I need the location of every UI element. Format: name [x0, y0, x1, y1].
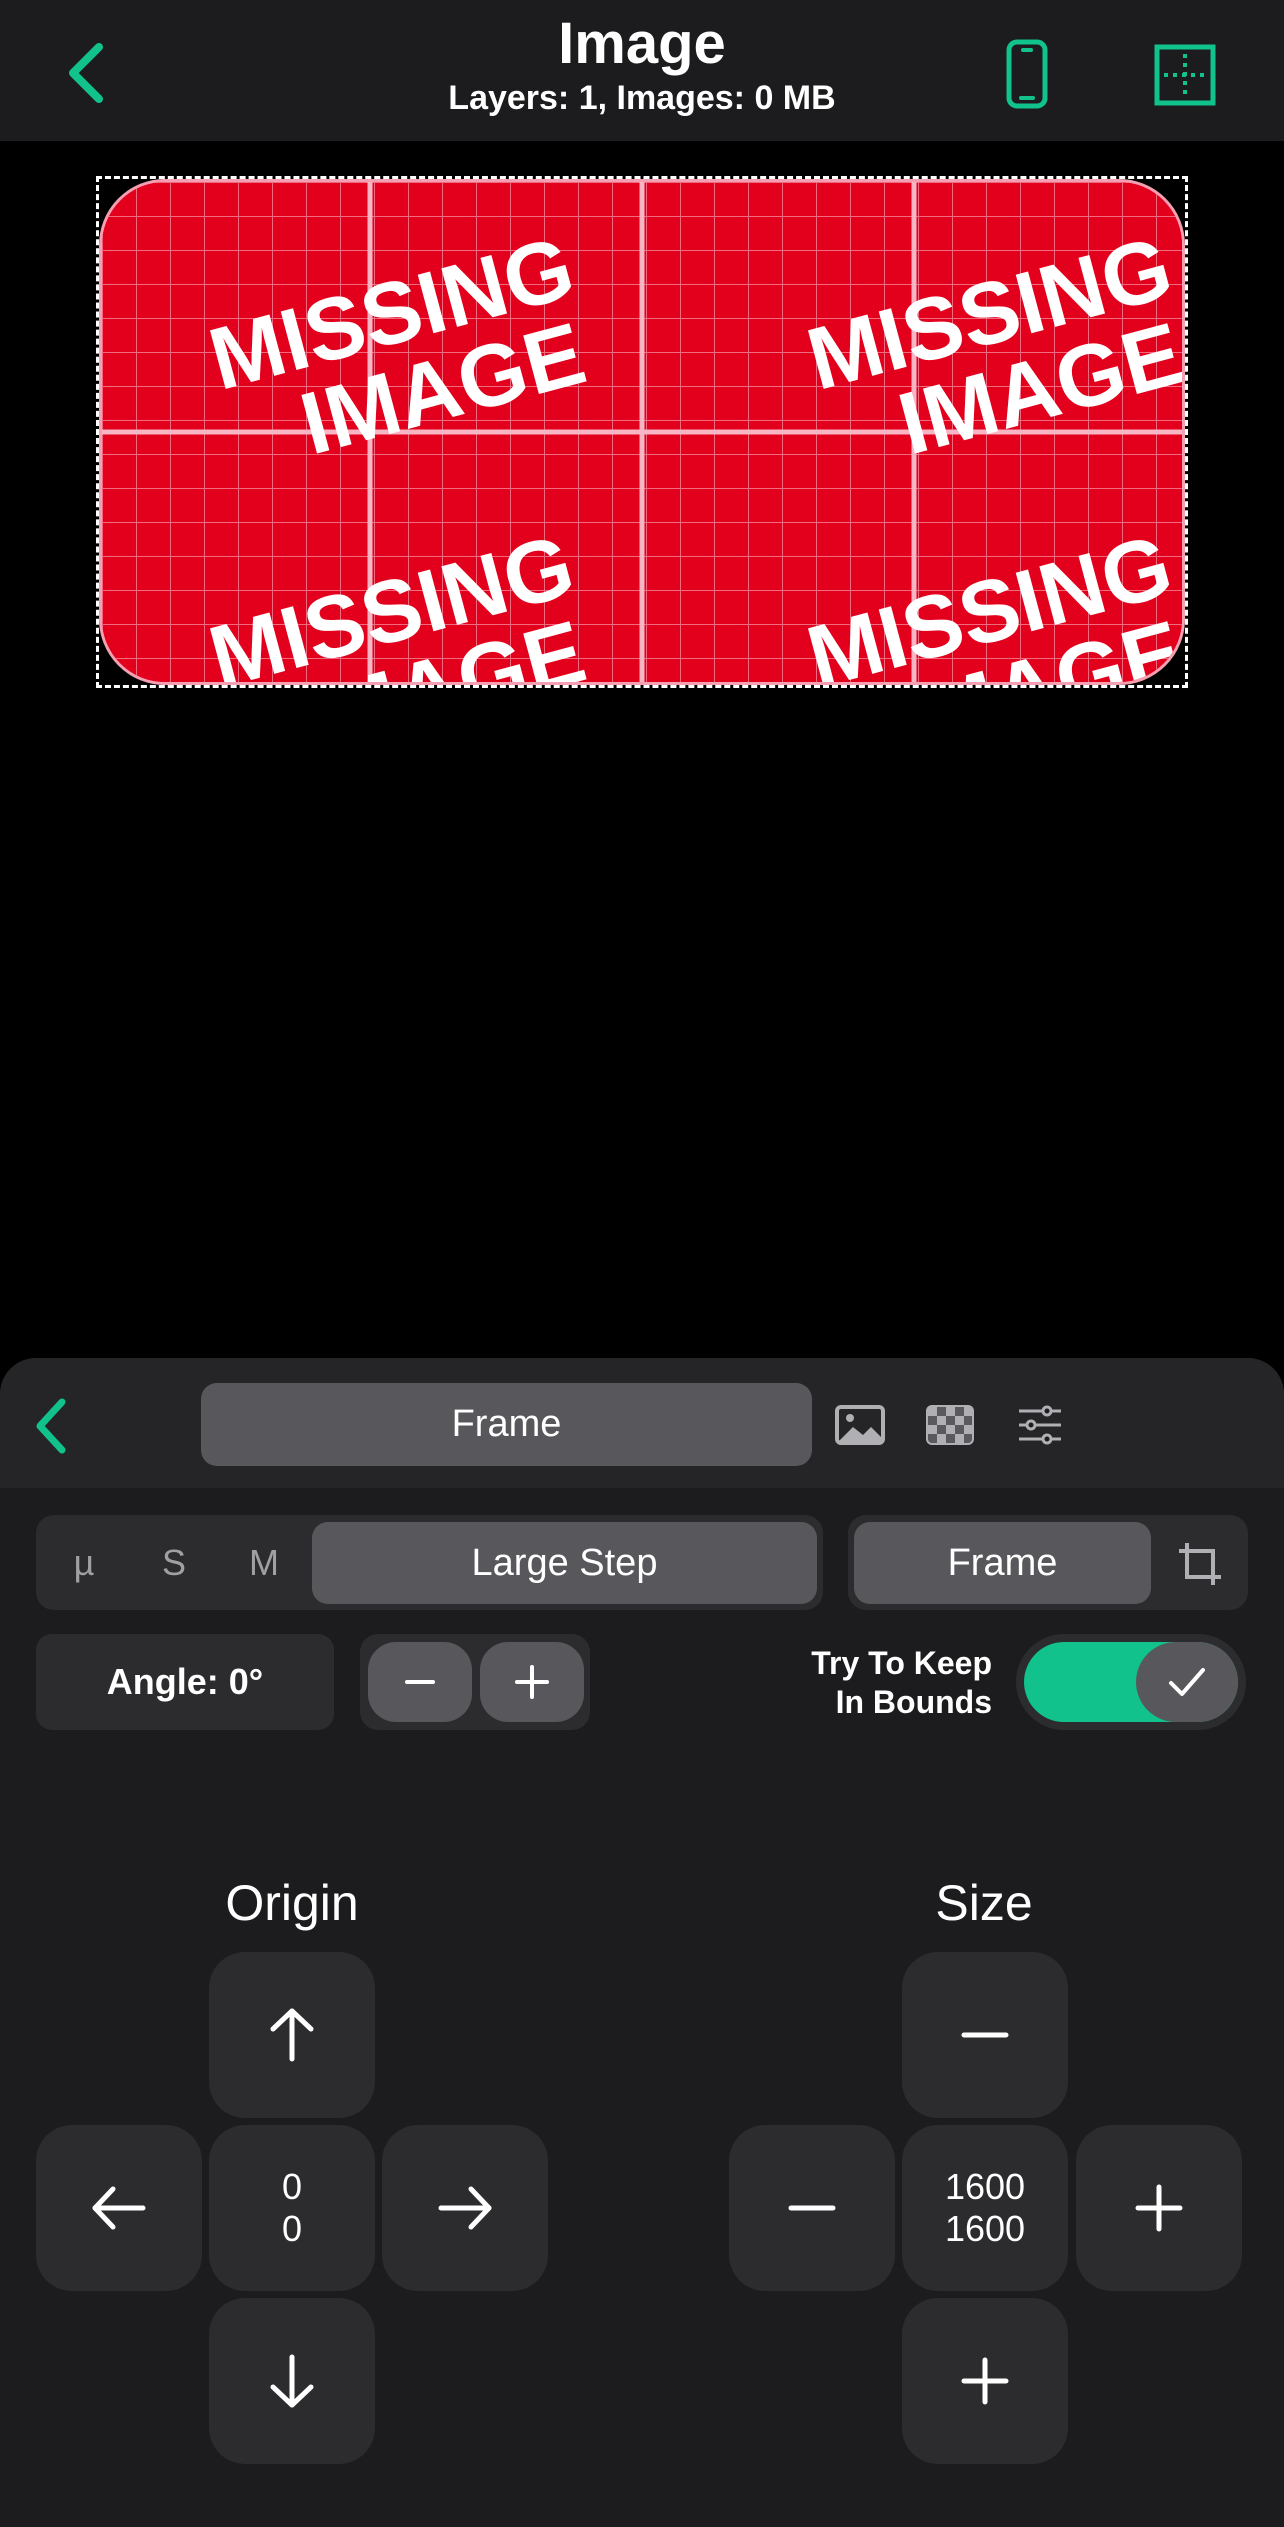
tab-frame[interactable]: Frame	[201, 1383, 812, 1466]
mode-crop[interactable]	[1168, 1532, 1232, 1596]
arrow-right-icon	[438, 2186, 492, 2230]
size-height-value: 1600	[944, 2208, 1026, 2249]
step-option-medium[interactable]: M	[224, 1522, 304, 1604]
origin-up-button[interactable]	[209, 1952, 375, 2118]
minus-icon	[405, 1680, 435, 1684]
transparency-tab-button[interactable]	[922, 1397, 978, 1453]
image-icon	[835, 1405, 885, 1445]
origin-x-value: 0	[281, 2166, 303, 2207]
keep-in-bounds-label-line2: In Bounds	[835, 1684, 992, 1720]
back-chevron-icon	[36, 1398, 66, 1454]
missing-image-layer[interactable]: MISSINGIMAGE MISSINGIMAGE MISSINGIMAGE M…	[99, 179, 1185, 685]
keep-in-bounds-toggle[interactable]	[1016, 1634, 1246, 1730]
missing-image-pattern: MISSINGIMAGE MISSINGIMAGE MISSINGIMAGE M…	[102, 182, 1182, 682]
arrow-up-icon	[270, 2008, 314, 2062]
phone-icon	[1006, 39, 1048, 109]
size-width-decrease-button[interactable]	[729, 2125, 895, 2291]
mode-frame[interactable]: Frame	[854, 1522, 1151, 1604]
angle-label: Angle: 0°	[36, 1634, 334, 1730]
step-option-small[interactable]: S	[134, 1522, 214, 1604]
grid-toggle-button[interactable]	[1150, 40, 1220, 110]
angle-increase-button[interactable]	[480, 1642, 584, 1722]
minus-icon	[961, 2032, 1009, 2038]
origin-title: Origin	[225, 1875, 359, 1931]
page-subtitle: Layers: 1, Images: 0 MB	[448, 79, 836, 117]
angle-decrease-button[interactable]	[368, 1642, 472, 1722]
keep-in-bounds-label: Try To Keep In Bounds	[740, 1644, 992, 1722]
panel-back-button[interactable]	[30, 1394, 70, 1458]
size-height-increase-button[interactable]	[902, 2298, 1068, 2464]
adjustments-tab-button[interactable]	[1012, 1397, 1068, 1453]
image-tab-button[interactable]	[832, 1397, 888, 1453]
origin-down-button[interactable]	[209, 2298, 375, 2464]
arrow-left-icon	[92, 2186, 146, 2230]
size-value: 1600 1600	[902, 2125, 1068, 2291]
arrow-down-icon	[270, 2354, 314, 2408]
size-width-value: 1600	[944, 2166, 1026, 2207]
device-preview-button[interactable]	[994, 36, 1060, 112]
size-width-increase-button[interactable]	[1076, 2125, 1242, 2291]
checkerboard-icon	[926, 1405, 974, 1445]
plus-icon	[1135, 2184, 1183, 2232]
size-height-decrease-button[interactable]	[902, 1952, 1068, 2118]
origin-left-button[interactable]	[36, 2125, 202, 2291]
sliders-icon	[1019, 1405, 1061, 1445]
checkmark-icon	[1169, 1668, 1205, 1696]
origin-y-value: 0	[281, 2208, 303, 2249]
plus-icon	[961, 2357, 1009, 2405]
keep-in-bounds-label-line1: Try To Keep	[811, 1645, 992, 1681]
step-option-large[interactable]: Large Step	[312, 1522, 817, 1604]
step-option-micro[interactable]: µ	[44, 1522, 124, 1604]
origin-right-button[interactable]	[382, 2125, 548, 2291]
minus-icon	[788, 2205, 836, 2211]
origin-value: 0 0	[209, 2125, 375, 2291]
toggle-knob	[1136, 1642, 1238, 1722]
grid-crosshair-icon	[1154, 44, 1216, 106]
crop-icon	[1179, 1543, 1221, 1585]
page-title: Image	[558, 11, 726, 76]
size-title: Size	[935, 1875, 1033, 1931]
plus-icon	[515, 1665, 549, 1699]
